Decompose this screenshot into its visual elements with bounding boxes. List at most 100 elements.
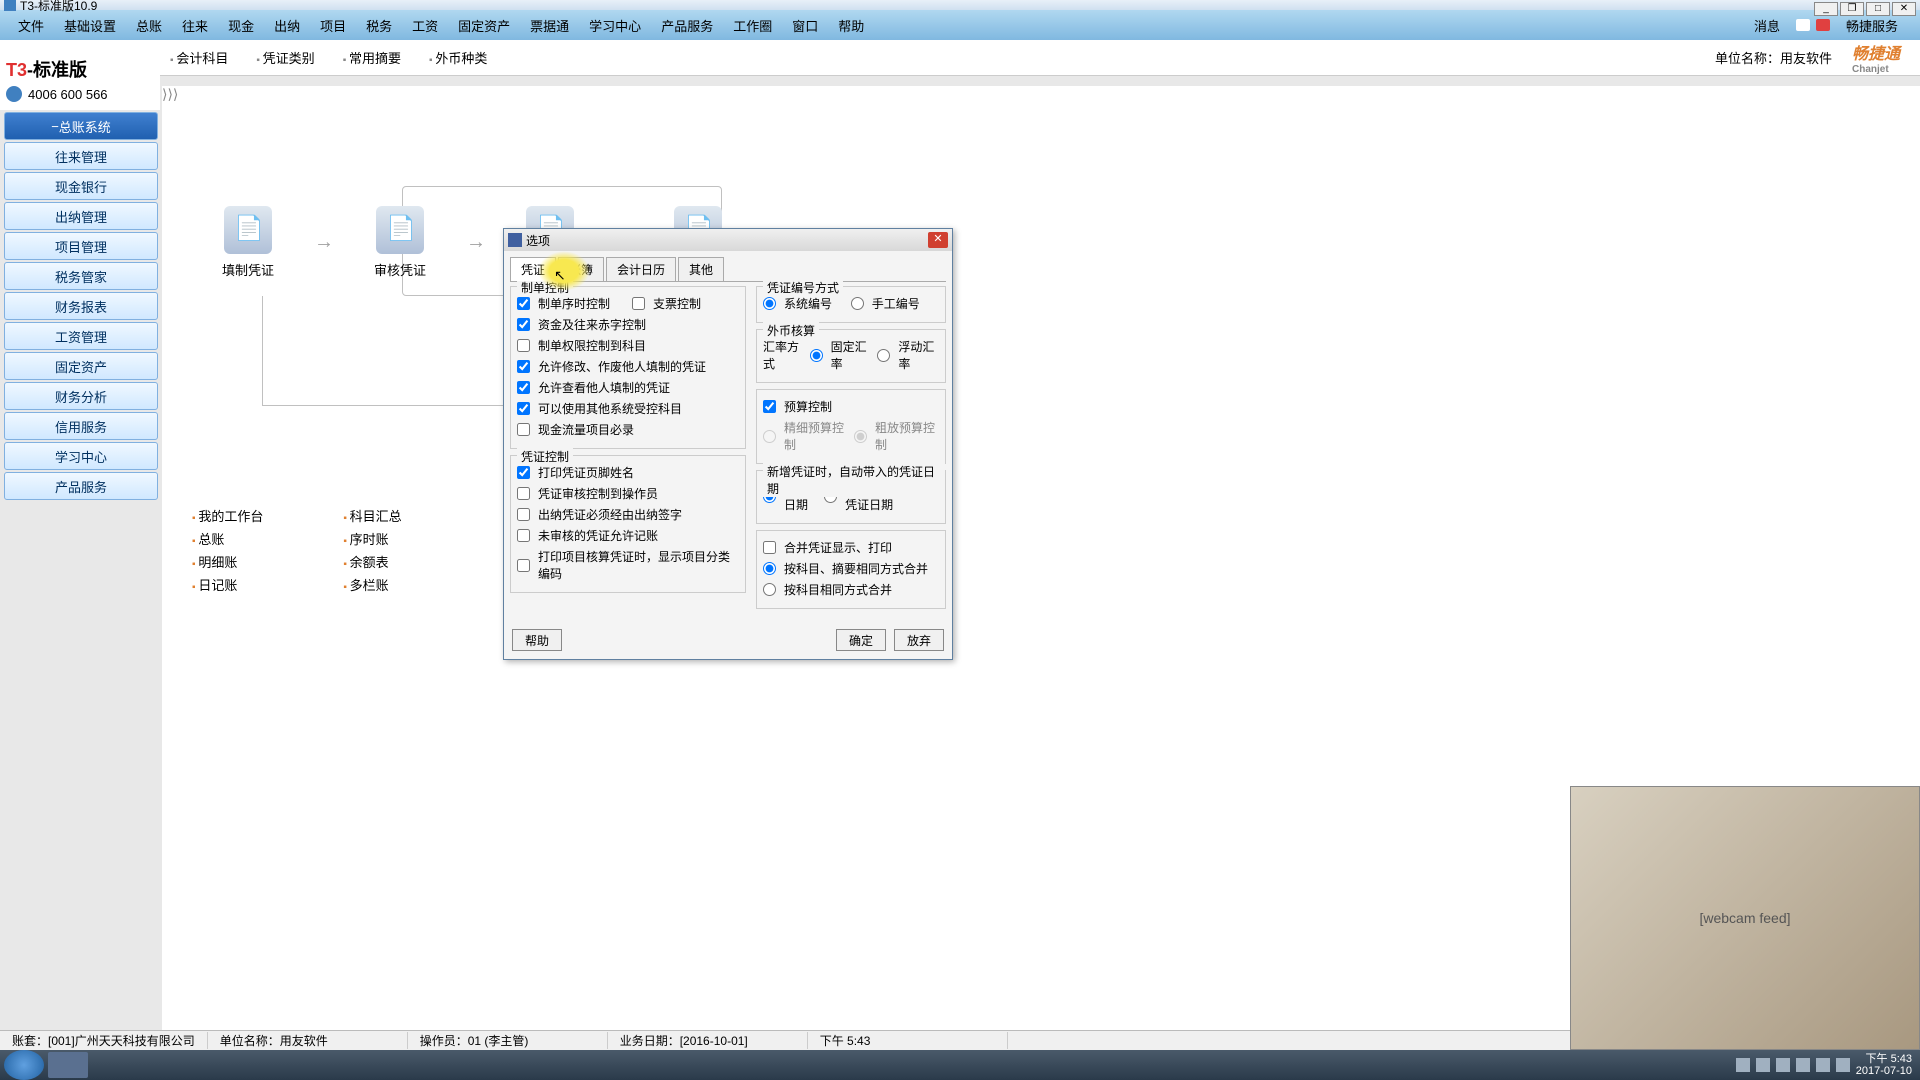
tray-clock[interactable]: 下午 5:432017-07-10 [1856,1053,1912,1077]
tab-book[interactable]: 账簿 [558,257,604,281]
sidebar: 总账系统 往来管理 现金银行 出纳管理 项目管理 税务管家 财务报表 工资管理 … [4,112,158,502]
restore-button[interactable]: ❐ [1840,2,1864,16]
help-button[interactable]: 帮助 [512,629,562,651]
tray-icon[interactable] [1796,1058,1810,1072]
radio-float-rate[interactable] [877,349,890,362]
sidebar-item-analysis[interactable]: 财务分析 [4,382,158,410]
chk-other-sys[interactable] [517,402,530,415]
menu-cash[interactable]: 现金 [218,16,264,35]
sidebar-item-gl[interactable]: 总账系统 [4,112,158,140]
sidebar-item-wage[interactable]: 工资管理 [4,322,158,350]
sidebar-item-ar[interactable]: 往来管理 [4,142,158,170]
tab-other[interactable]: 其他 [678,257,724,281]
chk-perm[interactable] [517,339,530,352]
tb-currency[interactable]: 外币种类 [429,48,487,67]
sidebar-item-credit[interactable]: 信用服务 [4,412,158,440]
chk-budget[interactable] [763,400,776,413]
menu-msg[interactable]: 消息 [1744,16,1790,35]
magnify-icon [376,206,424,254]
sidebar-item-report[interactable]: 财务报表 [4,292,158,320]
tray-icon[interactable] [1816,1058,1830,1072]
menu-svc[interactable]: 畅捷服务 [1836,16,1908,35]
link-gl[interactable]: 总账 [192,529,263,548]
document-icon [224,206,272,254]
menu-cashier[interactable]: 出纳 [264,16,310,35]
radio-fixed-rate[interactable] [810,349,823,362]
maximize-button[interactable]: □ [1866,2,1890,16]
tb-voucher-type[interactable]: 凭证类别 [256,48,314,67]
menu-work[interactable]: 工作圈 [723,16,782,35]
menu-learn[interactable]: 学习中心 [579,16,651,35]
chk-print-proj[interactable] [517,559,530,572]
link-journal[interactable]: 日记账 [192,575,263,594]
chk-cashflow[interactable] [517,423,530,436]
sidebar-item-tax[interactable]: 税务管家 [4,262,158,290]
chk-modify[interactable] [517,360,530,373]
menu-file[interactable]: 文件 [8,16,54,35]
menu-fa[interactable]: 固定资产 [448,16,520,35]
menu-prod[interactable]: 产品服务 [651,16,723,35]
sidebar-item-learn[interactable]: 学习中心 [4,442,158,470]
tb-subject[interactable]: 会计科目 [170,48,228,67]
radio-sys-num[interactable] [763,297,776,310]
title-bar: T3-标准版10.9 [0,0,1920,10]
chk-view[interactable] [517,381,530,394]
menu-ar[interactable]: 往来 [172,16,218,35]
menu-window[interactable]: 窗口 [782,16,828,35]
menu-project[interactable]: 项目 [310,16,356,35]
close-button[interactable]: ✕ [1892,2,1916,16]
dialog-title-bar[interactable]: 选项 ✕ [504,229,952,251]
group-merge: 合并凭证显示、打印 按科目、摘要相同方式合并 按科目相同方式合并 [756,530,946,609]
chk-seq[interactable] [517,297,530,310]
menu-gl[interactable]: 总账 [126,16,172,35]
task-browser[interactable] [48,1052,88,1078]
dialog-close-button[interactable]: ✕ [928,232,948,248]
link-multi[interactable]: 多栏账 [343,575,401,594]
chk-print-footer[interactable] [517,466,530,479]
chk-check[interactable] [632,297,645,310]
wf-fill[interactable]: 填制凭证 [222,206,274,279]
chk-cashier-sign[interactable] [517,508,530,521]
sidebar-item-fa[interactable]: 固定资产 [4,352,158,380]
sidebar-item-cash[interactable]: 现金银行 [4,172,158,200]
tb-summary[interactable]: 常用摘要 [343,48,401,67]
start-button[interactable] [4,1050,44,1080]
chk-unaudited-post[interactable] [517,529,530,542]
alert-icon[interactable] [1816,19,1830,31]
menu-wage[interactable]: 工资 [402,16,448,35]
radio-merge-subject[interactable] [763,583,776,596]
mail-icon[interactable] [1796,19,1810,31]
chk-merge-print[interactable] [763,541,776,554]
sidebar-item-cashier[interactable]: 出纳管理 [4,202,158,230]
radio-merge-summary[interactable] [763,562,776,575]
ok-button[interactable]: 确定 [836,629,886,651]
link-chrono[interactable]: 序时账 [343,529,401,548]
tray-icon[interactable] [1776,1058,1790,1072]
wf-audit[interactable]: 审核凭证 [374,206,426,279]
tab-voucher[interactable]: 凭证 [510,257,556,281]
menu-tax[interactable]: 税务 [356,16,402,35]
volume-icon[interactable] [1836,1058,1850,1072]
cancel-button[interactable]: 放弃 [894,629,944,651]
minimize-button[interactable]: _ [1814,2,1838,16]
menu-bill[interactable]: 票据通 [520,16,579,35]
window-title: T3-标准版10.9 [20,0,97,14]
sidebar-item-project[interactable]: 项目管理 [4,232,158,260]
chk-deficit[interactable] [517,318,530,331]
menu-bar: 文件 基础设置 总账 往来 现金 出纳 项目 税务 工资 固定资产 票据通 学习… [0,10,1920,40]
chk-audit-op[interactable] [517,487,530,500]
tray-icon[interactable] [1756,1058,1770,1072]
tab-calendar[interactable]: 会计日历 [606,257,676,281]
group-make: 制单控制 制单序时控制 支票控制 资金及往来赤字控制 制单权限控制到科目 允许修… [510,286,746,449]
radio-manual-num[interactable] [851,297,864,310]
link-workbench[interactable]: 我的工作台 [192,506,263,525]
link-summary[interactable]: 科目汇总 [343,506,401,525]
link-detail[interactable]: 明细账 [192,552,263,571]
tray-icon[interactable] [1736,1058,1750,1072]
menu-basic[interactable]: 基础设置 [54,16,126,35]
sidebar-item-prod[interactable]: 产品服务 [4,472,158,500]
menu-help[interactable]: 帮助 [828,16,874,35]
link-balance[interactable]: 余额表 [343,552,401,571]
collapse-handle[interactable]: ⟩⟩⟩ [162,86,178,103]
webcam-overlay: [webcam feed] [1570,786,1920,1050]
